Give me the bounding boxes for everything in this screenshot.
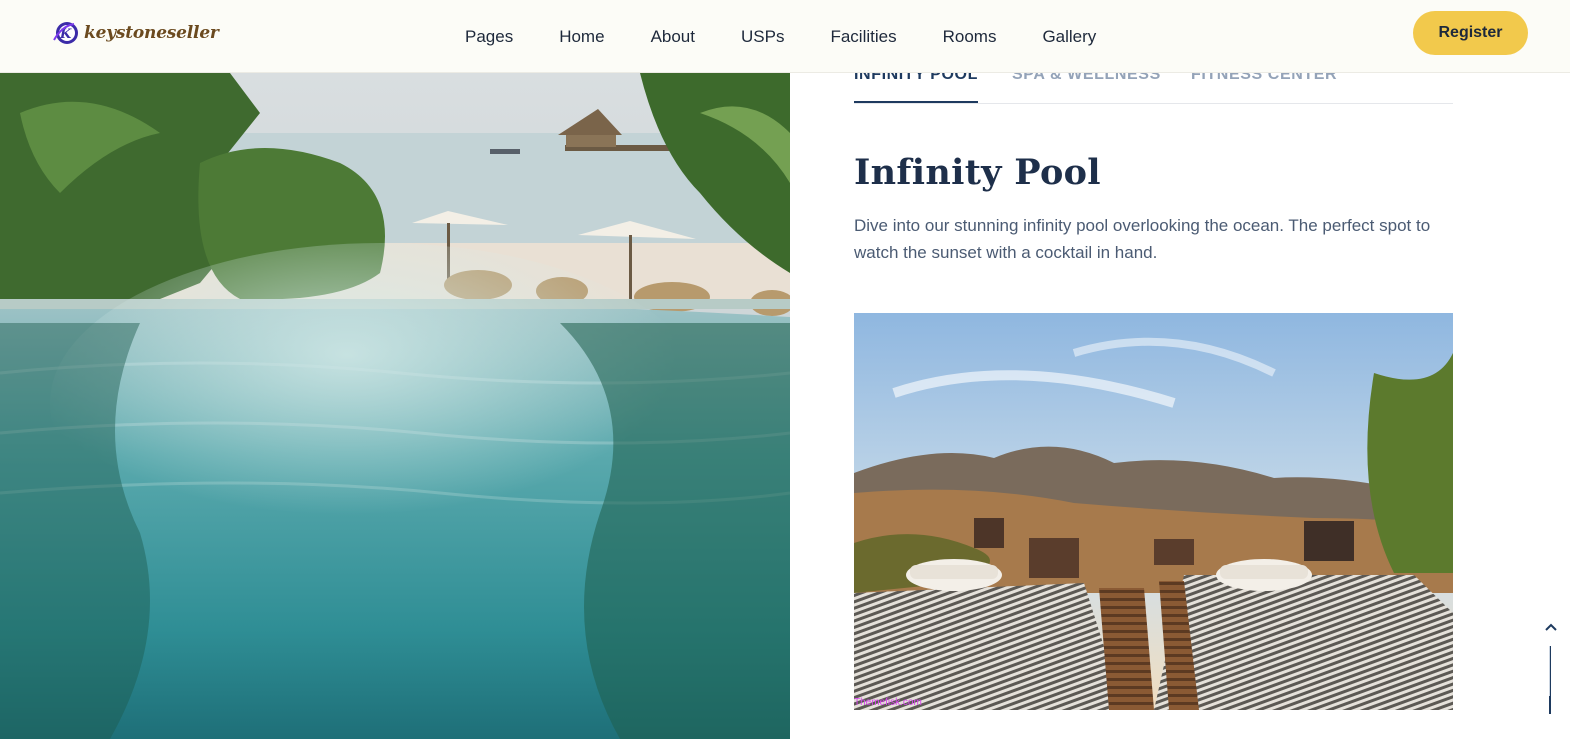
section-title: Infinity Pool <box>854 152 1101 193</box>
nav-item-pages[interactable]: Pages <box>465 27 513 47</box>
register-button[interactable]: Register <box>1413 11 1528 55</box>
scroll-to-top-button[interactable] <box>1540 616 1562 638</box>
nav-item-home[interactable]: Home <box>559 27 604 47</box>
nav-item-usps[interactable]: USPs <box>741 27 784 47</box>
nav-item-facilities[interactable]: Facilities <box>830 27 896 47</box>
pool-deck-photo: Themefisk.com <box>854 313 1453 710</box>
nav-item-about[interactable]: About <box>651 27 695 47</box>
site-header: K keystoneseller Pages Home About USPs F… <box>0 0 1570 73</box>
brand-logo[interactable]: K keystoneseller <box>52 20 219 46</box>
image-watermark: Themefisk.com <box>854 697 922 708</box>
section-description: Dive into our stunning infinity pool ove… <box>854 216 1431 262</box>
svg-text:K: K <box>59 27 72 42</box>
scroll-progress-indicator <box>1549 646 1551 714</box>
nav-item-rooms[interactable]: Rooms <box>943 27 997 47</box>
nav-item-gallery[interactable]: Gallery <box>1042 27 1096 47</box>
brand-name: keystoneseller <box>84 23 219 43</box>
chevron-up-icon <box>1545 623 1557 631</box>
main-nav: Pages Home About USPs Facilities Rooms G… <box>465 0 1096 73</box>
infinity-pool-photo <box>0 73 790 739</box>
kr-monogram-icon: K <box>53 22 78 44</box>
